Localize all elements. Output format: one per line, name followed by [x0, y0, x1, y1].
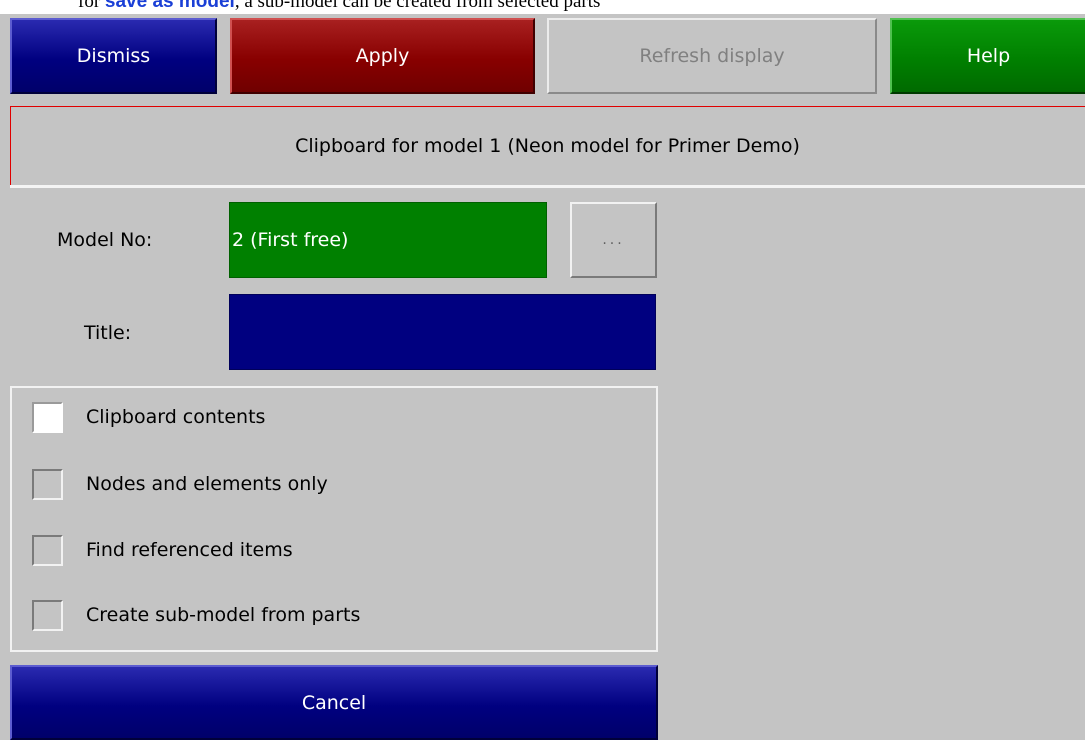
title-input[interactable]: [229, 294, 656, 370]
checkbox[interactable]: [32, 468, 63, 500]
refresh-display-button[interactable]: Refresh display: [547, 18, 877, 94]
model-no-label: Model No:: [57, 229, 153, 251]
option-label: Create sub-model from parts: [86, 604, 361, 626]
option-label: Clipboard contents: [86, 406, 266, 428]
doc-text-prefix: for: [78, 0, 105, 12]
cancel-button[interactable]: Cancel: [10, 665, 658, 740]
apply-button[interactable]: Apply: [230, 18, 535, 94]
help-button[interactable]: Help: [890, 18, 1085, 94]
model-select-button[interactable]: ...: [570, 202, 657, 278]
option-create-sub-model[interactable]: Create sub-model from parts: [32, 599, 360, 631]
option-label: Nodes and elements only: [86, 473, 328, 495]
checkbox[interactable]: [32, 599, 63, 631]
option-label: Find referenced items: [86, 539, 293, 561]
doc-text-strip: for save as model, a sub-model can be cr…: [0, 0, 1085, 14]
checkbox[interactable]: [32, 401, 63, 433]
option-nodes-elements-only[interactable]: Nodes and elements only: [32, 468, 328, 500]
doc-text: for save as model, a sub-model can be cr…: [78, 0, 600, 13]
model-no-field[interactable]: 2 (First free): [229, 202, 547, 278]
clipboard-title: Clipboard for model 1 (Neon model for Pr…: [295, 135, 800, 157]
doc-text-suffix: , a sub-model can be created from select…: [234, 0, 601, 12]
dismiss-button[interactable]: Dismiss: [10, 18, 217, 94]
option-find-referenced-items[interactable]: Find referenced items: [32, 534, 293, 566]
save-as-model-link[interactable]: save as model: [105, 0, 235, 12]
option-clipboard-contents[interactable]: Clipboard contents: [32, 401, 265, 433]
title-label: Title:: [84, 322, 132, 344]
checkbox[interactable]: [32, 534, 63, 566]
